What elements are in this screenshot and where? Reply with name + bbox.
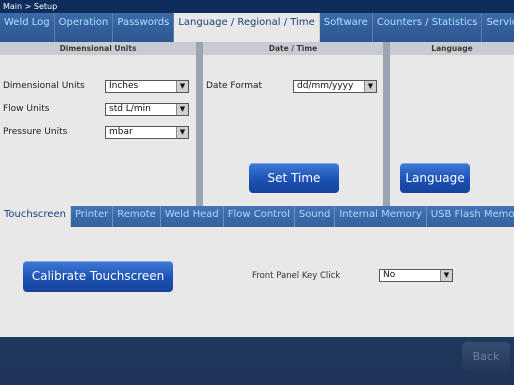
panel-divider — [383, 42, 390, 206]
language-panel: Language Language — [390, 42, 514, 206]
setup-screen: Main > Setup Weld Log Operation Password… — [0, 0, 514, 385]
flow-units-row: Flow Units std L/min ▼ — [3, 102, 189, 116]
top-tab-bar: Weld Log Operation Passwords Language / … — [0, 13, 514, 42]
tab-software[interactable]: Software — [319, 13, 373, 42]
date-time-heading: Date / Time — [203, 42, 383, 55]
panel-divider — [196, 42, 203, 206]
tab-language-regional-time[interactable]: Language / Regional / Time — [174, 13, 320, 42]
calibrate-touchscreen-button[interactable]: Calibrate Touchscreen — [23, 261, 173, 292]
touchscreen-panel: Calibrate Touchscreen Front Panel Key Cl… — [0, 227, 514, 337]
key-click-label: Front Panel Key Click — [252, 271, 341, 281]
pressure-units-value: mbar — [109, 126, 133, 137]
language-heading: Language — [390, 42, 514, 55]
flow-units-label: Flow Units — [3, 104, 50, 114]
tab-passwords[interactable]: Passwords — [113, 13, 175, 42]
dimensional-units-select[interactable]: Inches ▼ — [105, 79, 189, 93]
chevron-down-icon[interactable]: ▼ — [176, 80, 188, 92]
date-format-label: Date Format — [206, 81, 263, 91]
tab-operation[interactable]: Operation — [54, 13, 114, 42]
chevron-down-icon[interactable]: ▼ — [364, 80, 376, 92]
language-button[interactable]: Language — [400, 163, 470, 193]
dimensional-units-value: Inches — [109, 80, 139, 91]
date-format-row: Date Format dd/mm/yyyy ▼ — [206, 79, 377, 93]
pressure-units-row: Pressure Units mbar ▼ — [3, 125, 189, 139]
dimensional-units-row: Dimensional Units Inches ▼ — [3, 79, 189, 93]
set-time-button[interactable]: Set Time — [249, 163, 339, 193]
dimensional-units-label: Dimensional Units — [3, 81, 85, 91]
key-click-select[interactable]: No ▼ — [379, 269, 453, 282]
chevron-down-icon[interactable]: ▼ — [176, 103, 188, 115]
tab-weld-log[interactable]: Weld Log — [0, 13, 55, 42]
tab-counters-statistics[interactable]: Counters / Statistics — [372, 13, 483, 42]
tab-service[interactable]: Service — [482, 13, 514, 42]
breadcrumb: Main > Setup — [0, 0, 514, 13]
date-format-select[interactable]: dd/mm/yyyy ▼ — [293, 79, 377, 93]
pressure-units-select[interactable]: mbar ▼ — [105, 125, 189, 139]
date-time-panel: Date / Time Date Format dd/mm/yyyy ▼ Set… — [203, 42, 383, 206]
dimensional-units-panel: Dimensional Units Dimensional Units Inch… — [0, 42, 196, 206]
flow-units-value: std L/min — [109, 103, 151, 114]
chevron-down-icon[interactable]: ▼ — [176, 126, 188, 138]
pressure-units-label: Pressure Units — [3, 127, 68, 137]
settings-panels: Dimensional Units Dimensional Units Inch… — [0, 42, 514, 206]
chevron-down-icon[interactable]: ▼ — [440, 270, 452, 281]
back-button[interactable]: Back — [462, 342, 510, 372]
flow-units-select[interactable]: std L/min ▼ — [105, 102, 189, 116]
date-format-value: dd/mm/yyyy — [297, 80, 354, 91]
key-click-value: No — [383, 270, 396, 280]
dimensional-units-heading: Dimensional Units — [0, 42, 196, 55]
